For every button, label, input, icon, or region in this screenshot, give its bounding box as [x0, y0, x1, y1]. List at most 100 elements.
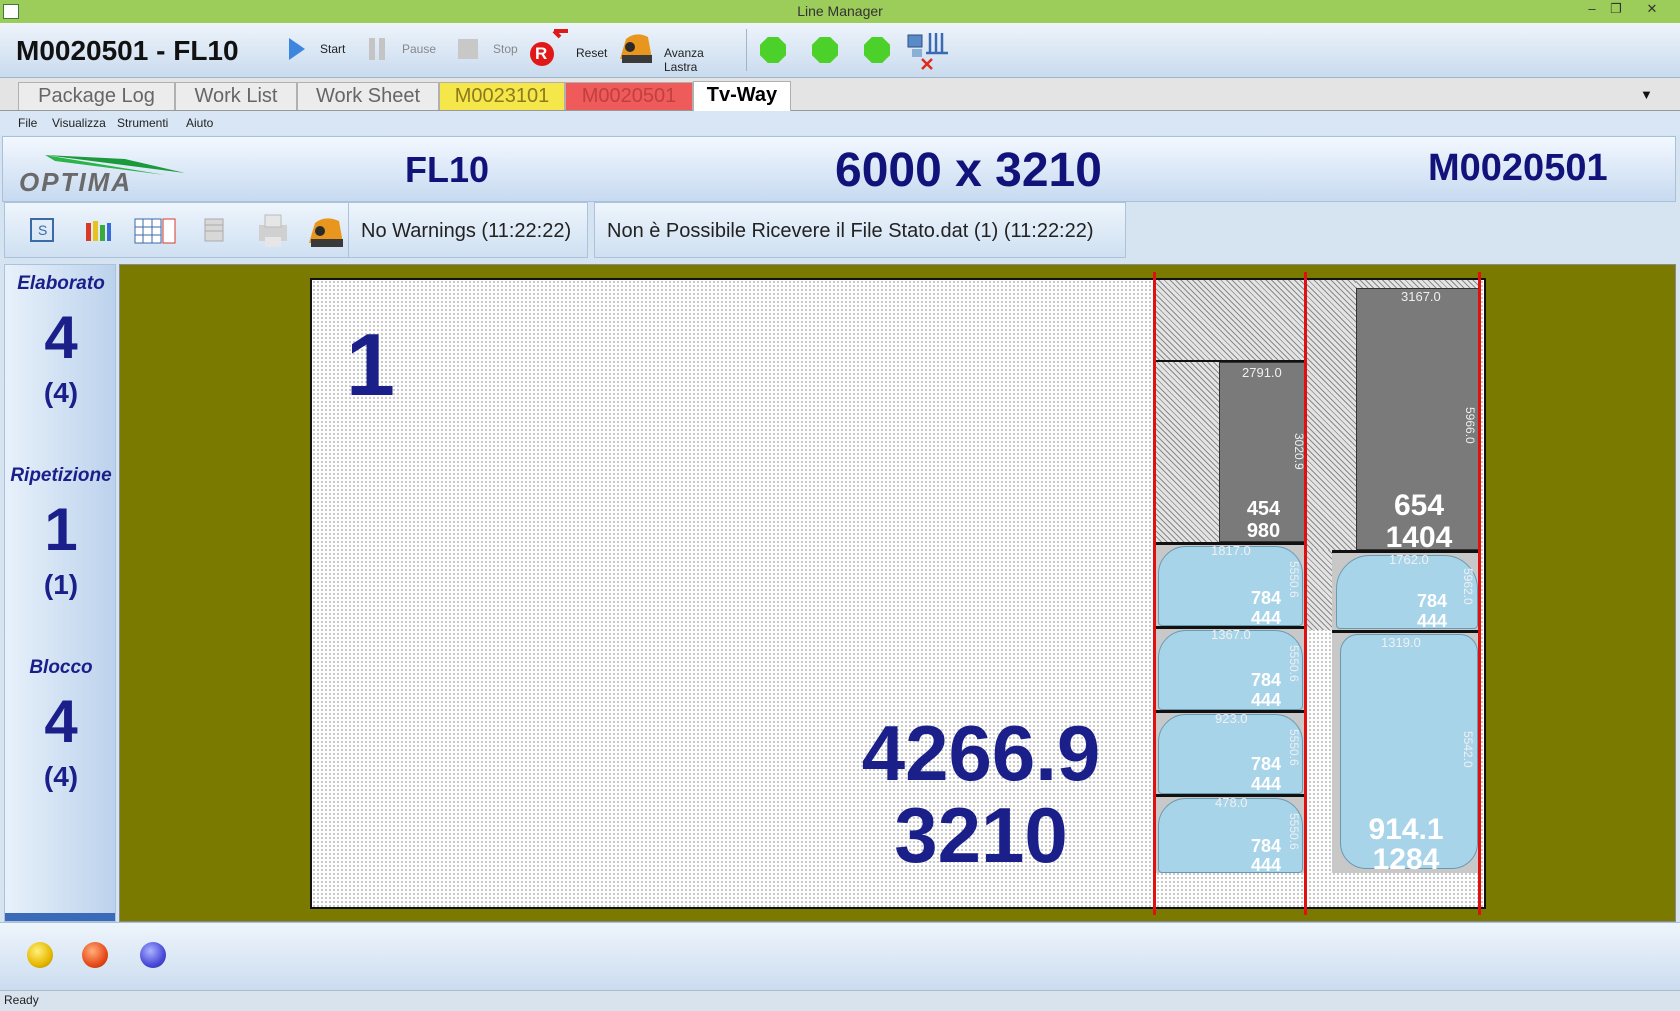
- colored-bars-icon[interactable]: [83, 215, 113, 245]
- status-message-panel: Non è Possibile Ricevere il File Stato.d…: [594, 202, 1126, 258]
- piece-width: 654: [1393, 489, 1445, 522]
- close-button[interactable]: ✕: [1640, 1, 1664, 17]
- foot-pedal-icon: [620, 34, 652, 63]
- status-light-2-icon: [812, 37, 838, 63]
- warnings-panel: No Warnings (11:22:22): [348, 202, 588, 258]
- piece-side-dim: 5550.6: [1287, 561, 1301, 598]
- piece-top-dim: 923.0: [1215, 711, 1248, 726]
- counters-panel: Elaborato 4 (4) Ripetizione 1 (1) Blocco…: [4, 264, 116, 922]
- waste-area: [1306, 550, 1332, 630]
- database-icon[interactable]: [201, 215, 229, 247]
- red-cut-line: [1153, 272, 1156, 915]
- stop-button[interactable]: Stop: [454, 33, 520, 67]
- blue-indicator-icon[interactable]: [140, 942, 166, 968]
- sheet-size: 6000 x 3210: [835, 144, 1102, 197]
- piece-gray-2[interactable]: 3167.0 5966.0 654 1404: [1356, 288, 1480, 553]
- piece-height: 1284: [1372, 843, 1440, 876]
- tab-m0023101[interactable]: M0023101: [439, 82, 565, 110]
- advance-sheet-icon[interactable]: [305, 213, 347, 251]
- minimize-button[interactable]: –: [1580, 1, 1604, 16]
- menu-strumenti[interactable]: Strumenti: [117, 116, 168, 130]
- restore-button[interactable]: ❐: [1604, 1, 1628, 17]
- piece-blue-3[interactable]: 1367.0 5550.6 784 444: [1158, 627, 1303, 710]
- pause-icon: [369, 38, 385, 60]
- menu-visualizza[interactable]: Visualizza: [52, 116, 106, 130]
- piece-blue-2[interactable]: 1762.0 5962.0 784 444: [1336, 552, 1478, 631]
- single-sheet-icon[interactable]: S: [27, 215, 57, 245]
- piece-side-dim: 5550.6: [1287, 813, 1301, 850]
- piece-side-dim: 5542.0: [1461, 731, 1475, 768]
- start-button[interactable]: Start: [284, 33, 346, 67]
- waste-area: [1306, 280, 1356, 550]
- warnings-message: No Warnings (11:22:22): [361, 220, 572, 242]
- tab-tv-way[interactable]: Tv-Way: [693, 81, 791, 111]
- waste-area: [1155, 362, 1219, 542]
- pause-button[interactable]: Pause: [364, 33, 436, 67]
- yellow-indicator-icon[interactable]: [27, 942, 53, 968]
- elaborato-label: Elaborato: [17, 273, 105, 294]
- remaining-length: 4266.9: [861, 709, 1101, 797]
- cut-line: [1332, 550, 1480, 553]
- grid-layout-icon[interactable]: [133, 215, 177, 247]
- tabs-dropdown-icon[interactable]: ▼: [1640, 87, 1653, 102]
- tool-icons-panel: S: [4, 202, 368, 258]
- tab-package-log[interactable]: Package Log: [18, 82, 175, 110]
- toolbar-divider: [746, 29, 747, 71]
- piece-blue-1[interactable]: 1817.0 5550.6 784 444: [1158, 543, 1303, 627]
- side-scrollbar[interactable]: [5, 913, 115, 921]
- piece-width: 454: [1246, 498, 1281, 520]
- piece-width: 784: [1251, 754, 1282, 774]
- blocco-value: 4: [44, 688, 78, 755]
- glass-sheet[interactable]: 1 4266.9 3210 2791.0 3020.9 454 980 3167…: [310, 272, 1486, 915]
- ripetizione-label: Ripetizione: [10, 465, 112, 486]
- piece-height: 444: [1251, 690, 1282, 710]
- piece-width: 784: [1251, 836, 1282, 856]
- tab-work-sheet[interactable]: Work Sheet: [297, 82, 439, 110]
- network-config-icon: [907, 33, 948, 70]
- piece-gray-1[interactable]: 2791.0 3020.9 454 980: [1219, 362, 1306, 542]
- blocco-sub: (4): [43, 761, 79, 792]
- piece-top-dim: 1319.0: [1381, 635, 1421, 650]
- menu-file[interactable]: File: [18, 116, 37, 130]
- main-toolbar: M0020501 - FL10 Start Pause Stop R Reset…: [0, 23, 1680, 78]
- cut-line: [1332, 630, 1480, 633]
- machine-name: FL10: [405, 149, 490, 190]
- bottom-panel: [0, 922, 1680, 991]
- remaining-height: 3210: [894, 791, 1068, 879]
- advance-sheet-label: Avanza Lastra: [664, 46, 704, 74]
- elaborato-value: 4: [44, 304, 78, 371]
- reset-button[interactable]: R Reset: [526, 27, 608, 69]
- cut-line: [1155, 794, 1306, 797]
- red-indicator-icon[interactable]: [82, 942, 108, 968]
- reset-icon: [530, 29, 568, 66]
- blocco-label: Blocco: [29, 657, 93, 678]
- piece-blue-4[interactable]: 923.0 5550.6 784 444: [1158, 711, 1303, 794]
- status-light-1-icon: [760, 37, 786, 63]
- waste-area: [1155, 280, 1306, 362]
- window-title: Line Manager: [797, 3, 883, 19]
- play-icon: [289, 38, 305, 60]
- menu-aiuto[interactable]: Aiuto: [186, 116, 213, 130]
- piece-top-dim: 1817.0: [1211, 543, 1251, 558]
- tab-m0020501[interactable]: M0020501: [565, 82, 693, 110]
- piece-blue-5[interactable]: 478.0 5550.6 784 444: [1158, 795, 1303, 875]
- cut-line: [1155, 710, 1306, 713]
- pause-label: Pause: [402, 42, 437, 56]
- start-label: Start: [320, 42, 346, 56]
- tab-work-list[interactable]: Work List: [175, 82, 297, 110]
- logo-text: OPTIMA: [19, 167, 133, 197]
- job-code: M0020501: [1428, 147, 1608, 189]
- sheet-canvas: 1 4266.9 3210 2791.0 3020.9 454 980 3167…: [119, 264, 1676, 922]
- tab-bar: Package Log Work List Work Sheet M002310…: [0, 78, 1680, 111]
- print-icon[interactable]: [255, 213, 293, 249]
- piece-side-dim: 5966.0: [1463, 407, 1477, 444]
- advance-sheet-button[interactable]: Avanza Lastra: [616, 29, 740, 74]
- reset-icon-letter: R: [535, 44, 548, 63]
- piece-height: 444: [1251, 855, 1282, 875]
- network-config-button[interactable]: [906, 31, 952, 71]
- stop-icon: [458, 39, 478, 59]
- piece-height: 444: [1417, 611, 1448, 631]
- piece-blue-large[interactable]: 1319.0 5542.0 914.1 1284: [1340, 634, 1478, 875]
- status-light-3-icon: [864, 37, 890, 63]
- piece-side-dim: 5962.0: [1461, 568, 1475, 605]
